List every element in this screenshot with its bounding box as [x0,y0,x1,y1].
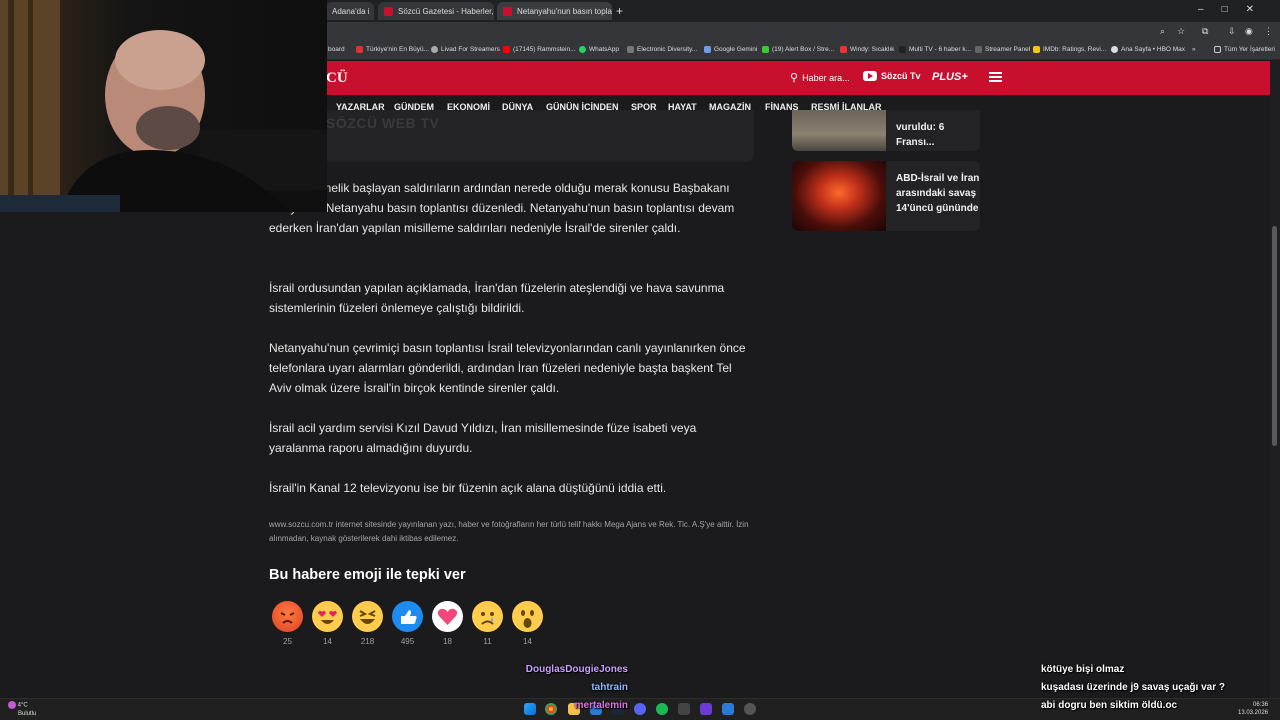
search-button[interactable]: ⚲ Haber ara... [790,71,850,84]
sozcu-tv-link[interactable]: Sözcü Tv [863,71,921,81]
article-paragraph: İsrail ordusundan yapılan açıklamada, İr… [269,281,725,315]
search-placeholder: Haber ara... [802,72,850,83]
chat-username: DouglasDougieJones [525,664,628,675]
search-icon: ⚲ [790,72,799,84]
close-icon[interactable]: ✕ [370,7,375,16]
article-paragraph: Netanyahu'nun çevrimiçi basın toplantısı… [269,341,746,395]
news-thumbnail [792,161,886,231]
video-caption: SÖZCÜ WEB TV [326,115,440,131]
app-icon[interactable] [678,703,690,715]
reaction-count: 18 [443,637,452,646]
reaction-count: 14 [323,637,332,646]
sozcu-favicon-icon [384,6,393,16]
bookmark-folder[interactable]: Tüm Yer İşaretleri [1214,46,1275,53]
surprised-emoji-icon[interactable] [512,601,543,632]
page-scrollbar[interactable] [1270,61,1280,698]
browser-tab-active[interactable]: Netanyahu'nun basın toplantısı ✕ [497,2,612,20]
copyright-notice: www.sozcu.com.tr internet sitesinde yayı… [269,520,749,543]
browser-tab[interactable]: Sözcü Gazetesi - Haberler, son ✕ [378,2,494,20]
chat-text: kuşadası üzerinde j9 savaş uçağı var ? [1041,682,1225,693]
app-icon[interactable] [722,703,734,715]
bookmark-item[interactable]: Türkiye'nin En Büyü... [356,46,429,53]
reaction-count: 218 [360,637,375,646]
tab-label: Netanyahu'nun basın toplantısı [517,6,612,16]
heart-emoji-icon[interactable] [432,601,463,632]
spotify-icon[interactable] [656,703,668,715]
reaction-count: 495 [400,637,415,646]
discord-icon[interactable] [634,703,646,715]
chat-text: kötüye bişi olmaz [1041,664,1125,675]
bookmark-item[interactable]: Multi TV - 6 haber k... [899,46,971,53]
bookmark-item[interactable]: (17145) Rammstein... [503,46,576,53]
bookmark-item[interactable]: WhatsApp [579,46,619,53]
laughing-emoji-icon[interactable] [352,601,383,632]
bookmark-item[interactable]: board [328,46,345,53]
downloads-icon[interactable]: ⇩ [1228,26,1236,37]
thumbs-up-emoji-icon[interactable] [392,601,423,632]
bookmark-item[interactable]: Ana Sayfa • HBO Max [1111,46,1185,53]
tab-label: Sözcü Gazetesi - Haberler, son [398,6,494,16]
article-paragraph: İsrail acil yardım servisi Kızıl Davud Y… [269,421,697,455]
article-paragraph: İsrail'in Kanal 12 televizyonu ise bir f… [269,481,667,495]
window-controls[interactable]: –□✕ [1198,4,1272,15]
profile-icon[interactable]: ◉ [1245,26,1253,37]
reaction-count: 14 [523,637,532,646]
chat-text: abi dogru ben siktim öldü.oc [1041,700,1178,711]
bookmark-item[interactable]: Google Gemini [704,46,757,53]
webcam-overlay [0,0,327,212]
browser-tab[interactable]: Adana'da i ✕ [326,2,374,20]
more-menu-icon[interactable]: ⋮ [1264,26,1273,37]
bookmark-star-icon[interactable]: ☆ [1177,26,1185,37]
weather-icon [8,701,16,709]
extensions-icon[interactable]: ⧉ [1202,26,1208,37]
plus-link[interactable]: PLUS+ [932,71,968,83]
bookmark-item[interactable]: Windy: Sıcaklık [840,46,894,53]
related-news-card[interactable]: vuruldu: 6 Fransı... [792,110,980,151]
system-clock[interactable]: 06:36 13.03.2026 [1238,701,1268,717]
news-title: vuruldu: 6 Fransı... [896,122,945,148]
reactions-title: Bu habere emoji ile tepki ver [269,567,466,583]
heart-eyes-emoji-icon[interactable] [312,601,343,632]
youtube-icon [863,71,877,81]
reaction-count: 25 [283,637,292,646]
bookmark-item[interactable]: IMDb: Ratings, Revi... [1033,46,1106,53]
scrollbar-thumb[interactable] [1272,226,1277,446]
news-title: ABD-İsrail ve İran arasındaki savaş 14'ü… [896,173,980,214]
news-thumbnail [792,110,886,151]
weather-widget[interactable]: 4°C Bulutlu [8,701,36,718]
reaction-count: 11 [483,637,492,646]
bookmark-item[interactable]: Streamer Panel [975,46,1030,53]
chat-username: mertalemin [574,700,628,711]
chat-username: tahtrain [591,682,628,693]
sozcu-favicon-icon [503,6,512,16]
related-news-card[interactable]: ABD-İsrail ve İran arasındaki savaş 14'ü… [792,161,980,231]
bookmarks-overflow-icon[interactable]: » [1192,46,1196,53]
zoom-icon[interactable]: ⌕ [1160,26,1165,37]
bookmark-item[interactable]: Livad For Streamers [431,46,500,53]
tab-label: Adana'da i [332,6,370,16]
site-logo[interactable]: CÜ [326,70,348,87]
angry-emoji-icon[interactable] [272,601,303,632]
bookmark-item[interactable]: (19) Alert Box / Stre... [762,46,834,53]
sad-emoji-icon[interactable] [472,601,503,632]
app-icon[interactable] [744,703,756,715]
app-icon[interactable] [700,703,712,715]
article-paragraph: a İran'a yönelik başlayan saldırıların a… [269,181,735,235]
new-tab-icon[interactable]: + [616,4,623,18]
bookmark-item[interactable]: Electronic Diversity... [627,46,697,53]
hamburger-menu-icon[interactable] [989,72,1002,82]
